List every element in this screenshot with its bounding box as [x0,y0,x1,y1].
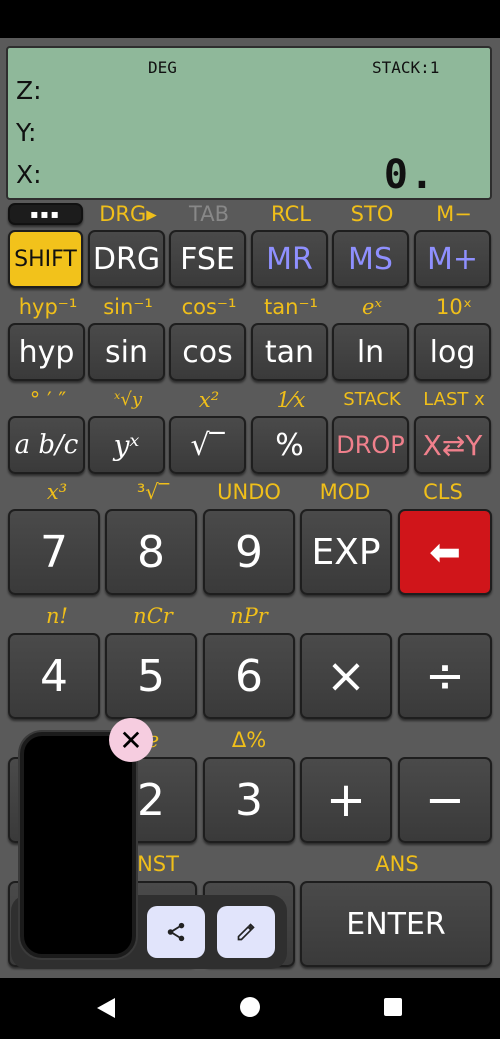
divide-button[interactable]: ÷ [398,633,492,719]
label-drg-shift: DRG▸ [99,202,157,226]
drop-button[interactable]: DROP [332,416,409,474]
navigation-bar [0,978,500,1039]
share-icon[interactable] [147,906,205,958]
label-undo: UNDO [217,480,281,504]
label-delta-percent: Δ% [231,728,267,752]
lcd-display: DEG STACK:1 Z: Y: X: 0. [6,46,492,200]
digit-8-button[interactable]: 8 [105,509,197,595]
label-ans: ANS [375,852,419,876]
label-ten-power: 10ˣ [435,295,473,319]
ms-button[interactable]: MS [332,230,409,288]
back-icon[interactable] [95,996,117,1020]
label-ncr: nCr [133,604,173,628]
label-reciprocal: 1⁄x [276,388,306,412]
cos-button[interactable]: cos [169,323,246,381]
minus-button[interactable]: − [398,757,492,843]
exp-button[interactable]: EXP [300,509,392,595]
mr-button[interactable]: MR [251,230,328,288]
y-register-label: Y: [16,118,37,147]
digit-6-button[interactable]: 6 [203,633,295,719]
screenshot-thumbnail[interactable] [20,732,136,958]
angle-mode-indicator: DEG [148,58,177,77]
log-button[interactable]: log [414,323,491,381]
label-factorial: n! [46,604,68,628]
stack-indicator: STACK:1 [372,58,440,77]
label-cube-root: ³√‾ [136,480,170,504]
tan-button[interactable]: tan [251,323,328,381]
m-plus-button[interactable]: M+ [414,230,491,288]
x-register-value: 0. [383,152,436,198]
label-arcsin: sin⁻¹ [103,295,153,319]
drg-button[interactable]: DRG [88,230,165,288]
label-arccos: cos⁻¹ [181,295,237,319]
shift-button[interactable]: SHIFT [8,230,83,288]
digit-5-button[interactable]: 5 [105,633,197,719]
label-last-x: LAST x [423,389,485,410]
digit-3-button[interactable]: 3 [203,757,295,843]
multiply-button[interactable]: × [300,633,392,719]
label-x-root-y: ˣ√y [113,389,143,410]
fraction-button[interactable]: a b/c [8,416,85,474]
recents-icon[interactable] [383,997,403,1017]
label-tab: TAB [189,202,229,226]
label-degree-minute-second: ° ′ ″ [29,388,67,412]
label-sto: STO [350,202,394,226]
label-exp-e: eˣ [362,295,382,319]
label-npr: nPr [230,604,268,628]
sqrt-button[interactable]: √‾ [169,416,246,474]
digit-9-button[interactable]: 9 [203,509,295,595]
label-rcl: RCL [271,202,311,226]
swap-xy-button[interactable]: X⇄Y [414,416,491,474]
digit-4-button[interactable]: 4 [8,633,100,719]
digit-7-button[interactable]: 7 [8,509,100,595]
power-button[interactable]: yˣ [88,416,165,474]
edit-icon[interactable] [217,906,275,958]
z-register-label: Z: [16,76,42,105]
menu-button[interactable]: ▪▪▪ [8,203,83,225]
label-arctan: tan⁻¹ [264,295,318,319]
label-cls: CLS [423,480,463,504]
label-m-minus: M− [436,202,472,226]
label-hyp-inverse: hyp⁻¹ [18,295,78,319]
label-x-squared: x² [198,388,220,412]
plus-button[interactable]: + [300,757,392,843]
fse-button[interactable]: FSE [169,230,246,288]
sin-button[interactable]: sin [88,323,165,381]
x-register-label: X: [16,160,42,189]
label-mod: MOD [319,480,371,504]
close-icon[interactable]: ✕ [109,718,153,762]
ln-button[interactable]: ln [332,323,409,381]
backspace-button[interactable]: ⬅ [398,509,492,595]
percent-button[interactable]: % [251,416,328,474]
label-stack: STACK [343,389,401,410]
home-icon[interactable] [239,996,261,1018]
hyp-button[interactable]: hyp [8,323,85,381]
enter-button[interactable]: ENTER [300,881,492,967]
label-x-cubed: x³ [46,480,68,504]
